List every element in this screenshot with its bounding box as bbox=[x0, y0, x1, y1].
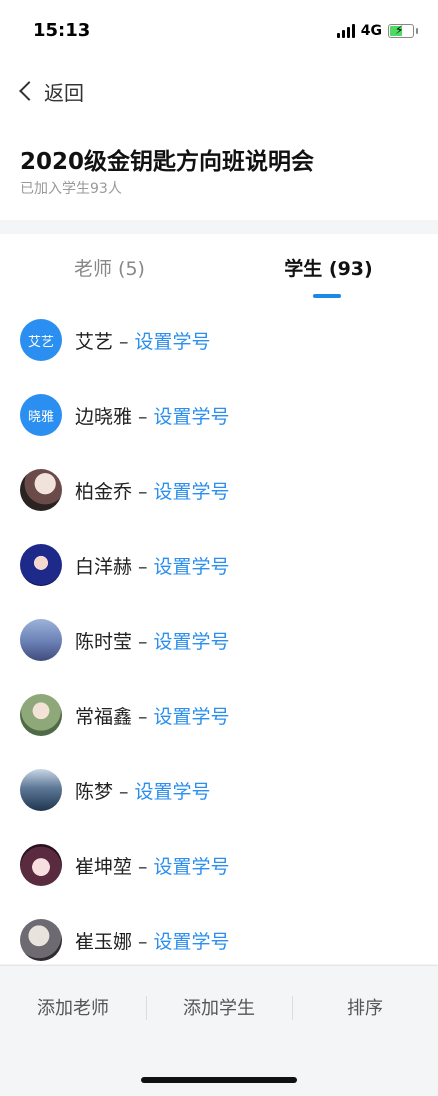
list-item[interactable]: 陈时莹 – 设置学号 bbox=[0, 602, 438, 678]
student-entry: 常福鑫 – 设置学号 bbox=[75, 702, 230, 729]
separator: – bbox=[138, 855, 148, 878]
avatar bbox=[20, 844, 62, 886]
separator: – bbox=[138, 705, 148, 728]
avatar bbox=[20, 769, 62, 811]
separator: – bbox=[138, 630, 148, 653]
student-entry: 陈时莹 – 设置学号 bbox=[75, 627, 230, 654]
chevron-left-icon bbox=[19, 81, 39, 101]
list-item[interactable]: 柏金乔 – 设置学号 bbox=[0, 452, 438, 528]
tab-teachers[interactable]: 老师 (5) bbox=[0, 234, 219, 300]
separator: – bbox=[119, 330, 129, 353]
list-item[interactable]: 白洋赫 – 设置学号 bbox=[0, 527, 438, 603]
avatar bbox=[20, 544, 62, 586]
student-name: 崔玉娜 bbox=[75, 930, 133, 953]
separator: – bbox=[138, 555, 148, 578]
set-student-id-link[interactable]: 设置学号 bbox=[154, 931, 230, 953]
student-entry: 白洋赫 – 设置学号 bbox=[75, 552, 230, 579]
avatar bbox=[20, 694, 62, 736]
student-list: 艾艺 艾艺 – 设置学号 晓雅 边晓雅 – 设置学号 柏金乔 – 设置学号 白洋赫 – 设置学号… bbox=[0, 300, 438, 964]
add-teacher-button[interactable]: 添加老师 bbox=[0, 994, 146, 1020]
list-item[interactable]: 艾艺 艾艺 – 设置学号 bbox=[0, 302, 438, 378]
avatar bbox=[20, 919, 62, 961]
avatar: 晓雅 bbox=[20, 394, 62, 436]
tab-students[interactable]: 学生 (93) bbox=[219, 234, 438, 300]
student-name: 常福鑫 bbox=[75, 705, 133, 728]
student-entry: 艾艺 – 设置学号 bbox=[75, 327, 211, 354]
student-name: 崔坤堃 bbox=[75, 855, 133, 878]
set-student-id-link[interactable]: 设置学号 bbox=[154, 706, 230, 728]
student-entry: 崔坤堃 – 设置学号 bbox=[75, 852, 230, 879]
student-name: 白洋赫 bbox=[75, 555, 133, 578]
home-indicator[interactable] bbox=[141, 1077, 297, 1083]
set-student-id-link[interactable]: 设置学号 bbox=[154, 481, 230, 503]
list-item[interactable]: 崔坤堃 – 设置学号 bbox=[0, 827, 438, 903]
set-student-id-link[interactable]: 设置学号 bbox=[154, 406, 230, 428]
separator: – bbox=[138, 405, 148, 428]
list-item[interactable]: 陈梦 – 设置学号 bbox=[0, 752, 438, 828]
list-item[interactable]: 常福鑫 – 设置学号 bbox=[0, 677, 438, 753]
back-button[interactable]: 返回 bbox=[16, 76, 84, 106]
student-name: 艾艺 bbox=[75, 330, 114, 353]
student-name: 边晓雅 bbox=[75, 405, 133, 428]
signal-icon bbox=[336, 24, 355, 38]
student-name: 柏金乔 bbox=[75, 480, 133, 503]
joined-count: 已加入学生93人 bbox=[20, 181, 122, 197]
student-entry: 柏金乔 – 设置学号 bbox=[75, 477, 230, 504]
network-type: 4G bbox=[360, 23, 382, 39]
student-name: 陈时莹 bbox=[75, 630, 133, 653]
active-tab-indicator bbox=[313, 294, 341, 298]
student-entry: 边晓雅 – 设置学号 bbox=[75, 402, 230, 429]
back-label: 返回 bbox=[44, 80, 84, 105]
set-student-id-link[interactable]: 设置学号 bbox=[135, 781, 211, 803]
class-header: 2020级金钥匙方向班说明会 已加入学生93人 bbox=[0, 120, 438, 220]
status-bar: 15:13 4G ⚡ bbox=[0, 0, 438, 62]
set-student-id-link[interactable]: 设置学号 bbox=[154, 856, 230, 878]
separator: – bbox=[138, 480, 148, 503]
status-time: 15:13 bbox=[33, 20, 91, 41]
student-entry: 陈梦 – 设置学号 bbox=[75, 777, 211, 804]
sort-button[interactable]: 排序 bbox=[292, 994, 438, 1020]
avatar: 艾艺 bbox=[20, 319, 62, 361]
student-name: 陈梦 bbox=[75, 780, 114, 803]
battery-icon: ⚡ bbox=[388, 23, 418, 38]
set-student-id-link[interactable]: 设置学号 bbox=[135, 331, 211, 353]
separator: – bbox=[119, 780, 129, 803]
list-item[interactable]: 晓雅 边晓雅 – 设置学号 bbox=[0, 377, 438, 453]
set-student-id-link[interactable]: 设置学号 bbox=[154, 556, 230, 578]
avatar bbox=[20, 469, 62, 511]
page-title: 2020级金钥匙方向班说明会 bbox=[20, 149, 315, 175]
member-tabs: 老师 (5) 学生 (93) bbox=[0, 234, 438, 301]
status-icons: 4G ⚡ bbox=[336, 21, 418, 41]
set-student-id-link[interactable]: 设置学号 bbox=[154, 631, 230, 653]
nav-bar: 返回 bbox=[0, 62, 438, 120]
avatar bbox=[20, 619, 62, 661]
separator: – bbox=[138, 930, 148, 953]
student-entry: 崔玉娜 – 设置学号 bbox=[75, 927, 230, 954]
list-item[interactable]: 崔玉娜 – 设置学号 bbox=[0, 902, 438, 964]
add-student-button[interactable]: 添加学生 bbox=[146, 994, 292, 1020]
